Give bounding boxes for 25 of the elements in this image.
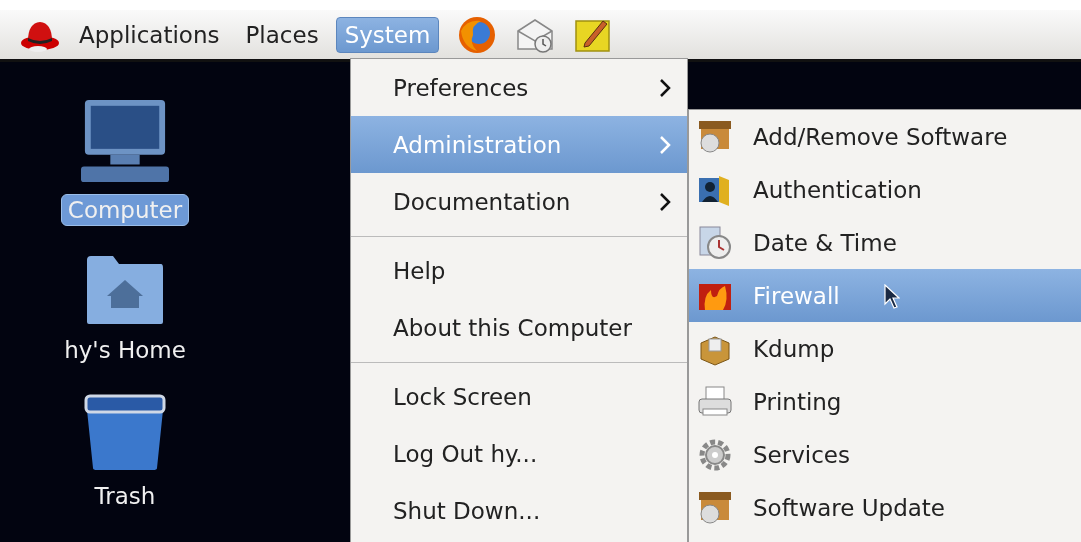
menu-item[interactable]: Log Out hy...: [351, 425, 687, 482]
package-icon: [697, 118, 733, 155]
menu-item[interactable]: About this Computer: [351, 299, 687, 356]
menu-item[interactable]: Authentication: [689, 163, 1081, 216]
mouse-pointer-icon: [884, 284, 900, 310]
clock-icon: [697, 224, 733, 261]
desktop-icon-label[interactable]: Trash: [87, 480, 163, 512]
menu-item[interactable]: Help: [351, 242, 687, 299]
home-folder-icon[interactable]: [85, 254, 165, 326]
panel-menu[interactable]: Applications: [70, 16, 229, 53]
globe-icon[interactable]: [457, 14, 498, 55]
panel-menu[interactable]: Places: [236, 16, 328, 53]
package-icon: [697, 489, 733, 526]
menu-item[interactable]: Documentation: [351, 173, 687, 230]
menu-item[interactable]: Kdump: [689, 322, 1081, 375]
menu-item[interactable]: Date & Time: [689, 216, 1081, 269]
menu-item[interactable]: Lock Screen: [351, 368, 687, 425]
trash-icon[interactable]: [83, 394, 167, 472]
menu-item[interactable]: Add/Remove Software: [689, 110, 1081, 163]
desktop-icon-label[interactable]: hy's Home: [57, 334, 193, 366]
menu-item[interactable]: Software Update: [689, 481, 1081, 534]
menu-item[interactable]: Printing: [689, 375, 1081, 428]
menu-item[interactable]: Preferences: [351, 59, 687, 116]
menu-item[interactable]: Services: [689, 428, 1081, 481]
menu-item[interactable]: Shut Down...: [351, 482, 687, 539]
